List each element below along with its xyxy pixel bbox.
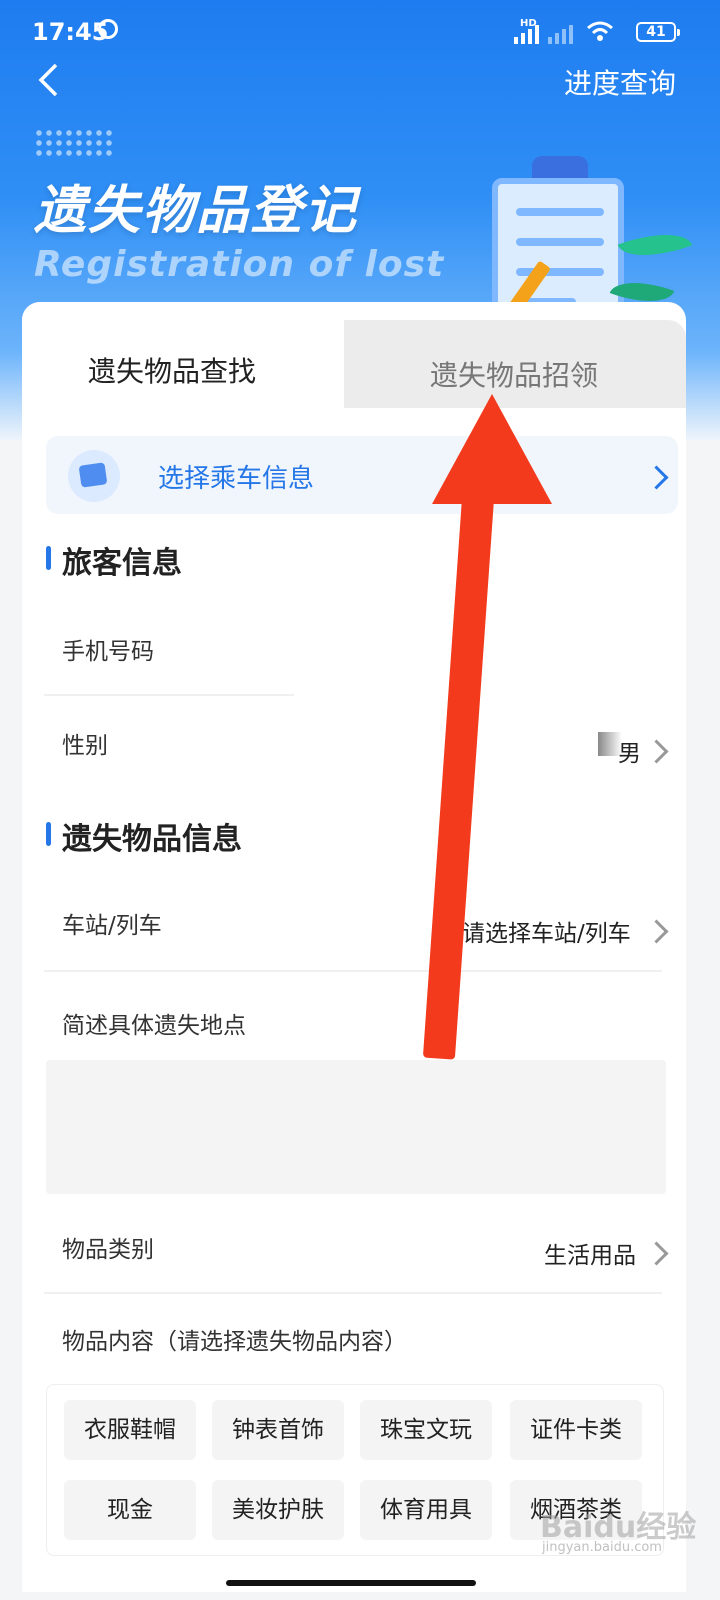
select-trip-label: 选择乘车信息 (158, 464, 315, 494)
content-label: 物品内容（请选择遗失物品内容） (62, 1329, 407, 1355)
chevron-left-icon (38, 63, 58, 97)
signal-icon (514, 22, 539, 44)
leaf-icon (617, 220, 693, 270)
divider (44, 1292, 662, 1294)
tab-lost-search-label: 遗失物品查找 (88, 355, 257, 388)
divider (44, 694, 294, 696)
station-select[interactable]: 请选择车站/列车 (462, 914, 631, 948)
station-label: 车站/列车 (62, 913, 162, 939)
wifi-icon (587, 21, 613, 41)
item-section-title: 遗失物品信息 (62, 822, 242, 857)
chip-clothing[interactable]: 衣服鞋帽 (64, 1400, 196, 1460)
category-select[interactable]: 生活用品 (544, 1236, 636, 1270)
dot-pattern (34, 128, 116, 156)
chip-sports[interactable]: 体育用具 (360, 1480, 492, 1540)
banner-subtitle: Registration of lost (34, 244, 445, 285)
watermark-url: jingyan.baidu.com (542, 1540, 662, 1555)
gender-label: 性别 (62, 733, 108, 759)
banner-title: 遗失物品登记 (34, 181, 359, 241)
location-textarea[interactable] (46, 1060, 666, 1194)
chip-cash[interactable]: 现金 (64, 1480, 196, 1540)
location-label: 简述具体遗失地点 (62, 1013, 246, 1039)
divider (44, 970, 662, 972)
chip-documents[interactable]: 证件卡类 (510, 1400, 642, 1460)
status-time: 17:45 (32, 18, 109, 46)
back-button[interactable] (36, 62, 76, 102)
chip-watches[interactable]: 钟表首饰 (212, 1400, 344, 1460)
ticket-icon (68, 450, 120, 502)
gender-value[interactable]: 男 (618, 734, 641, 768)
alarm-icon (98, 19, 118, 39)
category-label: 物品类别 (62, 1237, 154, 1263)
red-arrow-head (432, 394, 552, 504)
home-indicator[interactable] (226, 1580, 476, 1586)
phone-label: 手机号码 (62, 639, 154, 665)
passenger-section-title: 旅客信息 (62, 546, 182, 581)
signal-secondary-icon (548, 22, 573, 44)
section-marker (46, 546, 51, 570)
tab-found-items-label: 遗失物品招领 (430, 359, 599, 392)
chip-jewelry[interactable]: 珠宝文玩 (360, 1400, 492, 1460)
status-bar: 17:45 HD 41 (0, 0, 720, 62)
progress-query-link[interactable]: 进度查询 (564, 62, 676, 102)
battery-icon: 41 (636, 22, 680, 42)
chip-cosmetics[interactable]: 美妆护肤 (212, 1480, 344, 1540)
select-trip-button[interactable] (46, 436, 678, 514)
section-marker (46, 822, 51, 846)
